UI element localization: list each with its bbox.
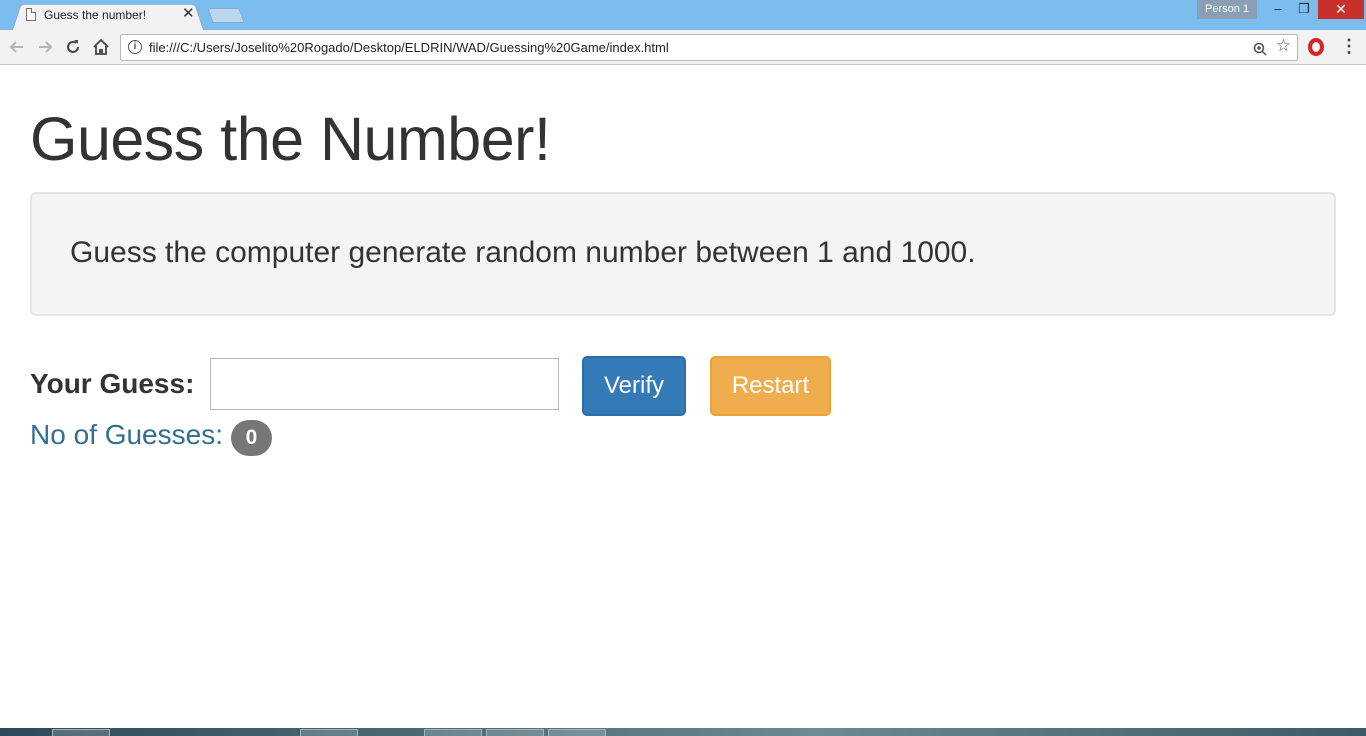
instructions-panel: Guess the computer generate random numbe…: [30, 192, 1336, 316]
address-bar[interactable]: i file:///C:/Users/Joselito%20Rogado/Des…: [120, 34, 1298, 61]
profile-button[interactable]: Person 1: [1197, 0, 1257, 19]
taskbar-item[interactable]: [486, 729, 544, 736]
forward-arrow-icon[interactable]: [34, 36, 56, 58]
info-icon[interactable]: i: [128, 40, 142, 54]
home-icon[interactable]: [90, 36, 112, 58]
guess-count-label: No of Guesses:: [30, 419, 223, 450]
restart-button[interactable]: Restart: [710, 356, 831, 416]
opera-icon[interactable]: [1308, 38, 1324, 56]
taskbar-item[interactable]: [548, 729, 606, 736]
tab-close-icon[interactable]: ✕: [182, 6, 195, 22]
instructions-text: Guess the computer generate random numbe…: [70, 236, 976, 269]
new-tab-button[interactable]: [207, 8, 245, 23]
verify-button[interactable]: Verify: [582, 356, 686, 416]
zoom-icon[interactable]: [1253, 38, 1267, 60]
os-taskbar: [0, 728, 1366, 736]
taskbar-item[interactable]: [300, 729, 358, 736]
back-arrow-icon[interactable]: [6, 36, 28, 58]
kebab-menu-icon[interactable]: ⋮: [1340, 36, 1358, 56]
maximize-button[interactable]: ❐: [1291, 0, 1317, 19]
guess-count-badge: 0: [231, 420, 272, 456]
guess-label: Your Guess:: [30, 368, 195, 399]
url-text[interactable]: file:///C:/Users/Joselito%20Rogado/Deskt…: [149, 40, 669, 55]
tab-title: Guess the number!: [44, 8, 147, 22]
page-content: Guess the Number! Guess the computer gen…: [0, 66, 1366, 728]
browser-titlebar: Guess the number! ✕ Person 1 – ❐ ✕: [0, 0, 1366, 30]
guess-input[interactable]: [210, 358, 559, 410]
minimize-button[interactable]: –: [1265, 0, 1291, 19]
browser-tab[interactable]: Guess the number! ✕: [12, 1, 204, 30]
page-title: Guess the Number!: [30, 105, 551, 173]
taskbar-item[interactable]: [424, 729, 482, 736]
taskbar-item[interactable]: [52, 729, 110, 736]
reload-icon[interactable]: [62, 36, 84, 58]
close-window-button[interactable]: ✕: [1318, 0, 1364, 19]
browser-toolbar: i file:///C:/Users/Joselito%20Rogado/Des…: [0, 30, 1366, 65]
page-favicon-icon: [26, 8, 36, 21]
star-icon[interactable]: ☆: [1276, 36, 1291, 56]
